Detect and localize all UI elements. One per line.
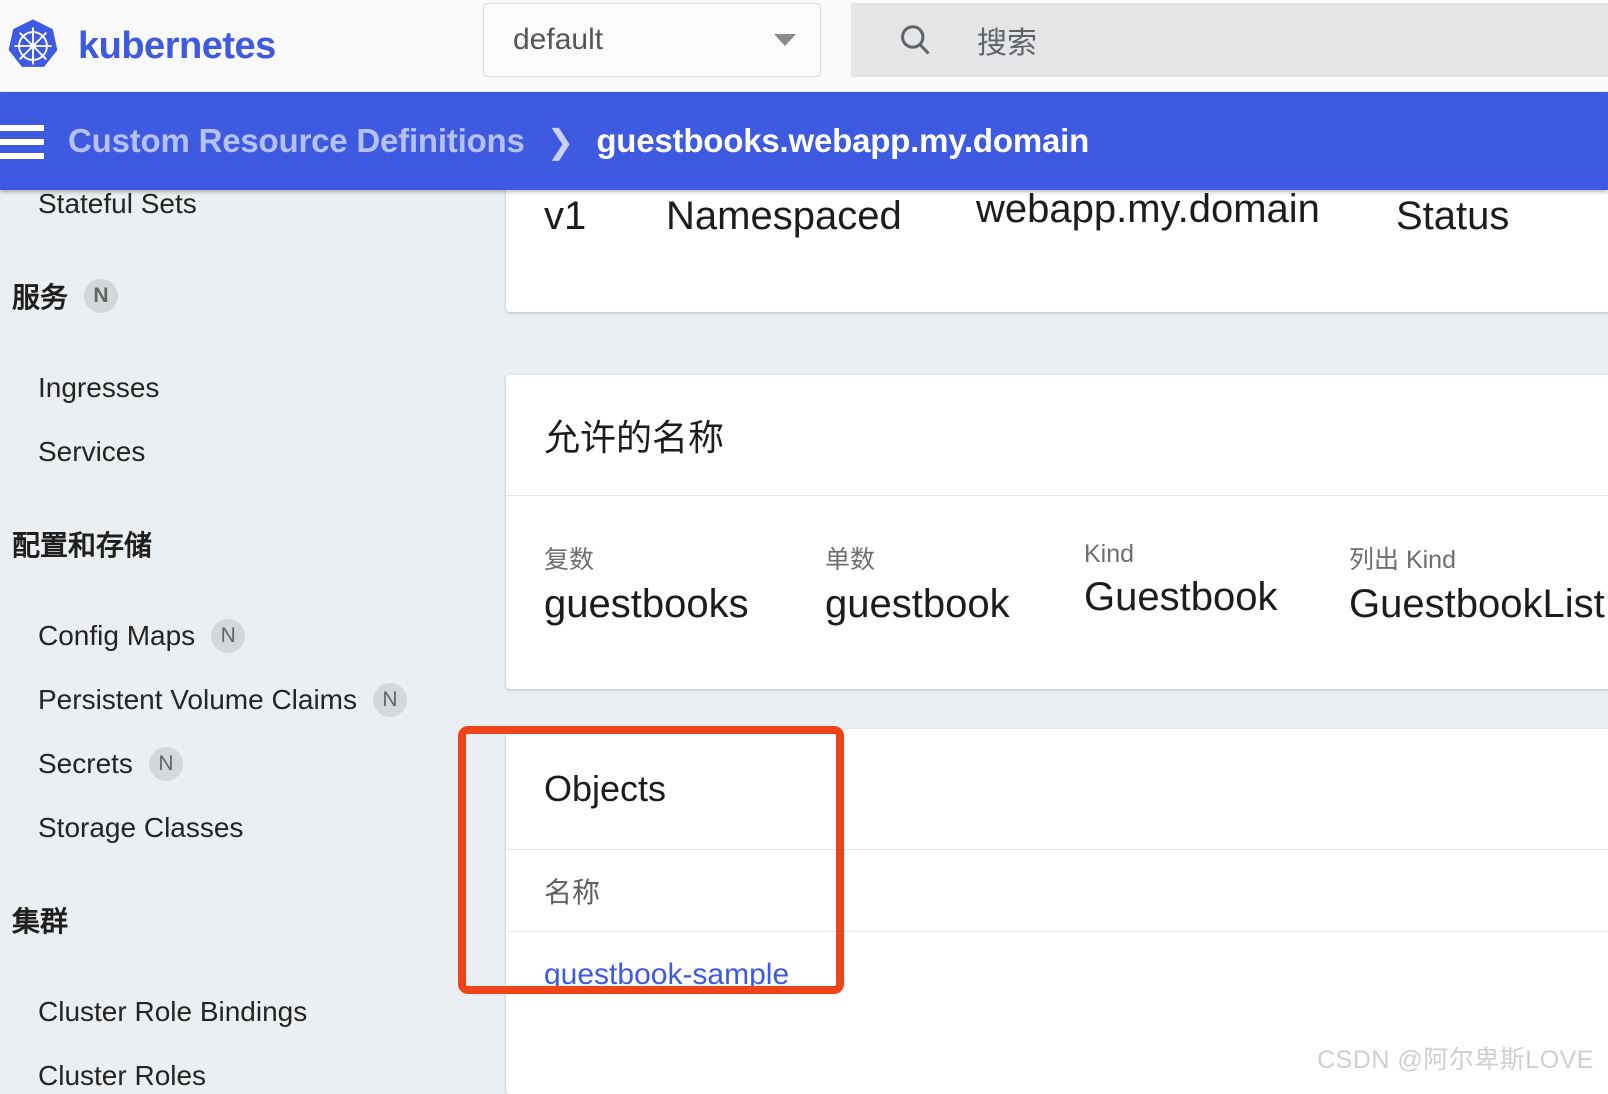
field-value: GuestbookList — [1349, 582, 1605, 626]
sidebar-item-label: Cluster Role Bindings — [38, 996, 308, 1027]
allowed-names-fields: 复数 guestbooks 单数 guestbook Kind Guestboo… — [506, 496, 1608, 627]
kubernetes-wheel-logo — [4, 17, 62, 75]
sidebar-item-label: Stateful Sets — [38, 188, 197, 219]
sidebar: Replication Controllers Stateful Sets 服务… — [0, 92, 487, 1094]
field-value: webapp.my.domain — [976, 187, 1320, 231]
table-row[interactable]: guestbook-sample — [506, 932, 1608, 1017]
sidebar-item-storage-classes[interactable]: Storage Classes — [0, 796, 487, 860]
column-header-name: 名称 — [544, 876, 601, 908]
search-box[interactable]: 搜索 — [851, 3, 1608, 77]
field-value: Guestbook — [1084, 575, 1278, 619]
namespace-value: default — [513, 23, 604, 56]
breadcrumb: Custom Resource Definitions ❯ guestbooks… — [68, 122, 1089, 161]
sidebar-section-services: 服务 N — [0, 264, 487, 328]
field-value: Namespaced — [666, 194, 902, 238]
field-singular: 单数 guestbook — [825, 540, 1084, 627]
field-label: 复数 — [544, 546, 595, 574]
card-title: Objects — [544, 768, 667, 809]
sidebar-section-label: 服务 — [12, 282, 69, 313]
field-value: guestbooks — [544, 582, 749, 626]
field-label: 单数 — [825, 546, 876, 574]
chevron-right-icon: ❯ — [546, 122, 575, 160]
brand-label: kubernetes — [78, 24, 276, 67]
sidebar-item-services[interactable]: Services — [0, 420, 487, 484]
hamburger-menu-icon[interactable] — [0, 125, 44, 159]
namespaced-badge: N — [211, 619, 246, 653]
object-name-link[interactable]: guestbook-sample — [544, 958, 789, 992]
objects-table-header: 名称 — [506, 850, 1608, 932]
card-title: 允许的名称 — [544, 417, 725, 458]
sidebar-item-cluster-role-bindings[interactable]: Cluster Role Bindings — [0, 980, 487, 1044]
chevron-down-icon — [774, 34, 796, 46]
top-bar: kubernetes default 搜索 — [0, 0, 1608, 92]
breadcrumb-current: guestbooks.webapp.my.domain — [596, 122, 1090, 159]
watermark: CSDN @阿尔卑斯LOVE — [1317, 1046, 1594, 1074]
sidebar-item-label: Ingresses — [38, 372, 160, 403]
namespaced-badge: N — [84, 279, 119, 313]
field-label: Kind — [1084, 540, 1135, 568]
field-kind: Kind Guestbook — [1084, 540, 1349, 627]
namespaced-badge: N — [373, 683, 408, 717]
search-input[interactable]: 搜索 — [977, 18, 1037, 62]
sidebar-item-persistent-volume-claims[interactable]: Persistent Volume Claims N — [0, 668, 487, 732]
objects-header: Objects — [506, 729, 1608, 850]
field-label: 列出 Kind — [1349, 546, 1456, 574]
sidebar-section-cluster: 集群 — [0, 888, 487, 952]
sidebar-item-secrets[interactable]: Secrets N — [0, 732, 487, 796]
search-icon — [897, 22, 933, 58]
field-value: Status — [1396, 194, 1510, 238]
field-value: guestbook — [825, 582, 1010, 626]
sidebar-item-label: Cluster Roles — [38, 1060, 207, 1091]
sidebar-section-config-and-storage: 配置和存储 — [0, 512, 487, 576]
sidebar-section-label: 集群 — [12, 906, 69, 937]
sidebar-item-label: Secrets — [38, 748, 133, 779]
main-content: 版本 v1 范围 Namespaced Group webapp.my.doma… — [487, 92, 1608, 1094]
sidebar-item-label: Storage Classes — [38, 812, 244, 843]
allowed-names-header: 允许的名称 — [506, 375, 1608, 496]
breadcrumb-parent-link[interactable]: Custom Resource Definitions — [68, 122, 525, 160]
sidebar-item-config-maps[interactable]: Config Maps N — [0, 604, 487, 668]
brand[interactable]: kubernetes — [0, 17, 480, 75]
field-plural: 复数 guestbooks — [544, 540, 825, 627]
namespace-selector[interactable]: default — [483, 3, 821, 77]
sidebar-item-cluster-roles[interactable]: Cluster Roles — [0, 1044, 487, 1094]
field-list-kind: 列出 Kind GuestbookList — [1349, 540, 1605, 627]
breadcrumb-bar: Custom Resource Definitions ❯ guestbooks… — [0, 92, 1608, 190]
sidebar-section-label: 配置和存储 — [12, 530, 153, 561]
sidebar-item-label: Persistent Volume Claims — [38, 684, 358, 715]
allowed-names-card: 允许的名称 复数 guestbooks 单数 guestbook Kind Gu… — [506, 375, 1608, 689]
sidebar-item-ingresses[interactable]: Ingresses — [0, 356, 487, 420]
sidebar-item-label: Config Maps — [38, 620, 196, 651]
sidebar-item-label: Services — [38, 436, 146, 467]
field-value: v1 — [544, 194, 587, 238]
namespaced-badge: N — [148, 747, 183, 781]
